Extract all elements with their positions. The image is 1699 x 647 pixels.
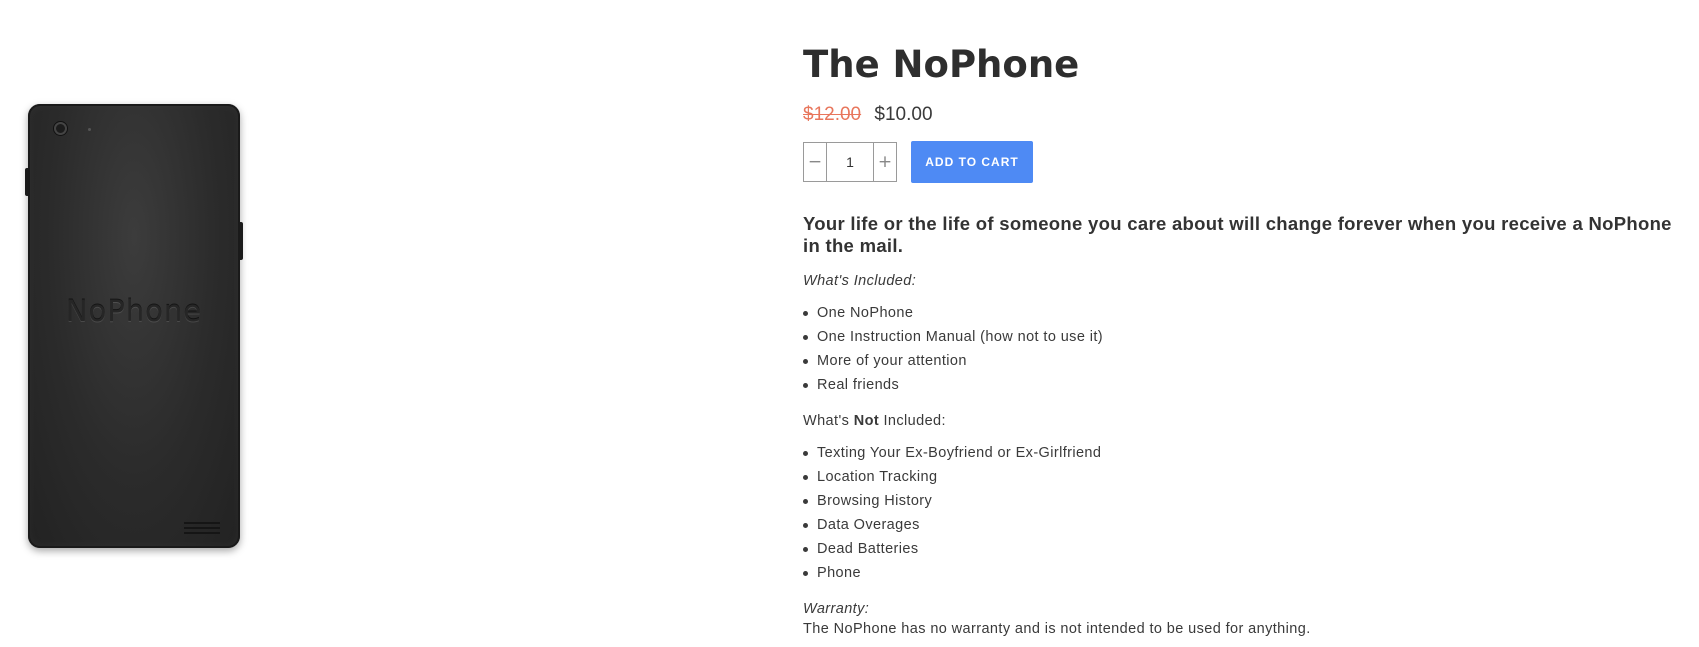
list-item: Real friends <box>803 373 1683 397</box>
add-to-cart-form: − + ADD TO CART <box>803 141 1683 183</box>
camera-lens <box>54 122 67 135</box>
compare-at-price: $12.00 <box>803 104 862 125</box>
description-lead: Your life or the life of someone you car… <box>803 213 1672 256</box>
product-image[interactable]: NoPhone <box>25 104 243 550</box>
sale-price: $10.00 <box>874 104 933 125</box>
not-included-heading: What's Not Included: <box>803 411 1683 431</box>
not-included-heading-prefix: What's <box>803 413 854 429</box>
list-item: Data Overages <box>803 513 1683 537</box>
side-button-left <box>25 168 28 196</box>
product-description: Your life or the life of someone you car… <box>803 213 1683 639</box>
not-included-heading-suffix: Included: <box>879 413 946 429</box>
device-brand-logo: NoPhone <box>65 294 203 328</box>
warranty-heading: Warranty: <box>803 601 870 617</box>
speaker-grille <box>184 522 220 534</box>
list-item: Texting Your Ex-Boyfriend or Ex-Girlfrie… <box>803 441 1683 465</box>
list-item: One Instruction Manual (how not to use i… <box>803 325 1683 349</box>
product-page: NoPhone The NoPhone $12.00 $10.00 − + AD… <box>0 0 1699 647</box>
not-included-heading-emphasis: Not <box>853 413 880 429</box>
product-title: The NoPhone <box>803 43 1080 86</box>
add-to-cart-button[interactable]: ADD TO CART <box>911 141 1033 183</box>
price-row: $12.00 $10.00 <box>803 103 1683 127</box>
quantity-decrease-button[interactable]: − <box>804 143 826 181</box>
quantity-stepper: − + <box>803 142 897 182</box>
included-list: One NoPhone One Instruction Manual (how … <box>803 301 1683 397</box>
list-item: Location Tracking <box>803 465 1683 489</box>
list-item: Dead Batteries <box>803 537 1683 561</box>
side-button-right <box>240 222 243 260</box>
product-info: The NoPhone $12.00 $10.00 − + ADD TO CAR… <box>803 40 1683 639</box>
quantity-input[interactable] <box>826 143 874 181</box>
list-item: One NoPhone <box>803 301 1683 325</box>
nophone-device-image: NoPhone <box>25 104 243 548</box>
camera-flash <box>88 128 91 131</box>
included-heading: What's Included: <box>803 273 917 289</box>
list-item: Browsing History <box>803 489 1683 513</box>
quantity-increase-button[interactable]: + <box>874 143 896 181</box>
warranty-text: The NoPhone has no warranty and is not i… <box>803 621 1311 637</box>
list-item: More of your attention <box>803 349 1683 373</box>
not-included-list: Texting Your Ex-Boyfriend or Ex-Girlfrie… <box>803 441 1683 585</box>
list-item: Phone <box>803 561 1683 585</box>
